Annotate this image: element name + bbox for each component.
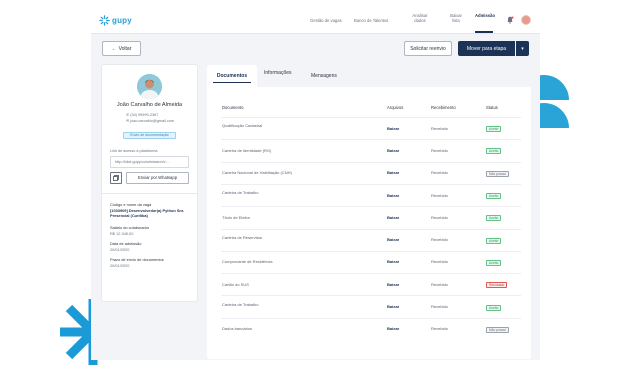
status-badge: Aceito	[486, 126, 502, 133]
document-name: Qualificação Cadastral	[222, 123, 263, 129]
salary-value: R$ 12.345,00	[110, 231, 134, 236]
nav-item-banco-talentos[interactable]: Banco de Talentos	[354, 18, 388, 23]
nav-item-baixar-lista[interactable]: Baixar lista	[447, 13, 465, 23]
user-avatar[interactable]	[521, 15, 531, 25]
received-status: Recebido	[431, 304, 448, 310]
salary-label: Salário do colaborador	[110, 225, 150, 230]
status-badge: Aceito	[486, 193, 502, 200]
admission-date-label: Data de admissão	[110, 241, 142, 246]
download-link[interactable]: Baixar	[387, 238, 399, 243]
chevron-down-icon: ▾	[521, 45, 524, 52]
send-docs-badge[interactable]: Envio de documentação	[123, 132, 176, 139]
candidate-email: ✉ joao.carvalho@gmail.com	[126, 119, 174, 123]
copy-link-button[interactable]	[110, 172, 122, 184]
document-name: Cartão do SUS	[222, 281, 249, 287]
nav-item-analisar-dados[interactable]: Analisar dados	[409, 13, 431, 23]
candidate-card: João Carvalho de Almeida ✆ (34) 99999-23…	[102, 65, 197, 301]
document-name: Carteira de Trabalho	[222, 190, 259, 196]
candidate-phone: ✆ (34) 99999-2367	[126, 113, 159, 117]
candidate-avatar	[137, 74, 162, 99]
table-row: Carteira de Trabalho Baixar Recebido Aceito	[221, 183, 521, 206]
document-name: Carteira de Trabalho	[222, 301, 259, 307]
document-name: Título de Eleitor	[222, 214, 251, 220]
brand-name: gupy	[112, 16, 132, 25]
received-status: Recebido	[431, 326, 448, 332]
mail-icon: ✉	[126, 119, 130, 123]
tab-informacoes[interactable]: Informações	[264, 70, 292, 77]
document-name: Carteira de Identidade (RG)	[222, 147, 272, 153]
deadline-label: Prazo de envio de documentos	[110, 257, 164, 262]
download-link[interactable]: Baixar	[387, 304, 399, 310]
received-status: Recebido	[431, 214, 448, 220]
card-divider	[102, 193, 197, 194]
column-header-documento: Documento	[222, 105, 244, 110]
top-navigation-bar: gupy Gestão de vagas Banco de Talentos A…	[91, 8, 540, 34]
status-badge: Não possui	[486, 170, 509, 177]
status-badge: Aceito	[486, 148, 502, 155]
table-row: Qualificação Cadastral Baixar Recebido Acei…	[221, 117, 521, 139]
column-header-status: Status	[486, 105, 498, 110]
table-row: Título de Eleitor Baixar Recebido Aceito	[221, 206, 521, 228]
download-link[interactable]: Baixar	[387, 260, 399, 265]
request-resend-button[interactable]: Solicitar reenvio	[404, 41, 452, 56]
brand-logo[interactable]: gupy	[99, 15, 132, 26]
candidate-name: João Carvalho de Almeida	[116, 102, 183, 108]
document-name: Dados bancários	[222, 326, 253, 332]
received-status: Recebido	[431, 237, 448, 243]
table-row: Comprovante de Residência Baixar Recebido A…	[221, 250, 521, 273]
document-name: Comprovante de Residência	[222, 259, 273, 265]
download-link[interactable]: Baixar	[387, 171, 399, 176]
table-row: Cartão do SUS Baixar Recebido Recusado	[221, 273, 521, 295]
document-name: Carteira Nacional de Habilitação (CNH)	[222, 170, 292, 176]
received-status: Recebido	[431, 125, 448, 131]
status-badge: Não possui	[486, 326, 509, 333]
received-status: Recebido	[431, 170, 448, 176]
arrow-left-icon: ←	[111, 45, 117, 52]
move-stage-dropdown-toggle[interactable]: ▾	[516, 41, 529, 56]
tab-bar: Documentos Informações Mensagens	[207, 65, 537, 87]
send-whatsapp-button[interactable]: Enviar por Whatsapp	[126, 172, 189, 184]
platform-link-field[interactable]: http://idiot.gupy.io/admission/c...	[110, 156, 189, 168]
download-link[interactable]: Baixar	[387, 327, 399, 332]
back-button[interactable]: ← Voltar	[102, 41, 141, 56]
admission-date-value: 20/01/2020	[110, 247, 130, 252]
nav-item-vagas[interactable]: Gestão de vagas	[310, 18, 342, 23]
download-link[interactable]: Baixar	[387, 126, 399, 132]
status-badge: Recusado	[486, 282, 508, 289]
table-row: Dados bancários Baixar Recebido Não possui	[221, 317, 521, 340]
phone-icon: ✆	[126, 113, 130, 117]
table-row: Carteira de Trabalho Baixar Recebido Aceito	[221, 295, 521, 317]
deadline-value: 20/01/2020	[110, 263, 130, 268]
table-row: Carteira Nacional de Habilitação (CNH) Ba…	[221, 161, 521, 184]
nav-item-admissao[interactable]: Admissão	[475, 13, 495, 18]
download-link[interactable]: Baixar	[387, 148, 399, 154]
tab-documentos[interactable]: Documentos	[207, 65, 257, 87]
status-badge: Aceito	[486, 304, 502, 311]
table-row: Carteira de Reservista Baixar Recebido Acei…	[221, 228, 521, 251]
tab-mensagens[interactable]: Mensagens	[311, 73, 337, 80]
download-link[interactable]: Baixar	[387, 282, 399, 288]
job-code-label: Código e nome da vaga	[110, 202, 152, 207]
platform-link-label: Link de acesso à plataforma	[110, 149, 158, 153]
copy-icon	[113, 175, 119, 181]
table-row: Carteira de Identidade (RG) Baixar Recebid…	[221, 139, 521, 161]
job-code-value: [1033909] Desenvolvedor(a) Python Snr. P…	[110, 208, 185, 218]
download-link[interactable]: Baixar	[387, 193, 399, 199]
received-status: Recebido	[431, 281, 448, 287]
bell-icon[interactable]	[506, 16, 514, 24]
status-badge: Aceito	[486, 259, 502, 266]
active-nav-indicator	[475, 31, 493, 33]
status-badge: Aceito	[486, 237, 502, 244]
received-status: Recebido	[431, 147, 448, 153]
gupy-logo-icon	[99, 15, 110, 26]
document-name: Carteira de Reservista	[222, 234, 262, 240]
received-status: Recebido	[431, 259, 448, 265]
app-window: gupy Gestão de vagas Banco de Talentos A…	[91, 8, 540, 360]
column-header-recebimento: Recebimento	[431, 105, 456, 110]
status-badge: Aceito	[486, 215, 502, 222]
received-status: Recebido	[431, 192, 448, 198]
download-link[interactable]: Baixar	[387, 215, 399, 221]
column-header-arquivos: Arquivos	[387, 105, 404, 110]
move-to-stage-button[interactable]: Mover para etapa	[458, 41, 515, 56]
